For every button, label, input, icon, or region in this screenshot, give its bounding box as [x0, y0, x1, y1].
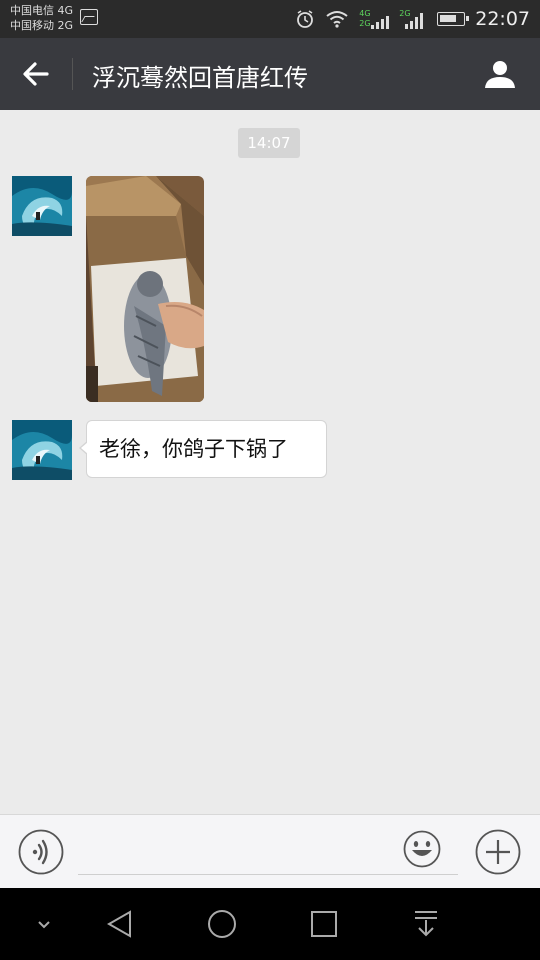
chevron-down-icon — [38, 921, 50, 929]
chat-title: 浮沉蓦然回首唐红传 — [92, 64, 308, 92]
title-bar: 浮沉蓦然回首唐红传 — [0, 38, 540, 110]
nav-recents-button[interactable] — [306, 906, 342, 942]
back-button[interactable] — [18, 56, 54, 92]
status-bar: 中国电信 4G 中国移动 2G 4G 2G 2G 22:07 — [0, 0, 540, 38]
triangle-back-icon — [106, 910, 131, 938]
surf-wave-avatar-icon — [12, 420, 72, 480]
nav-collapse-button[interactable] — [26, 906, 62, 942]
battery-icon — [437, 12, 470, 26]
avatar[interactable] — [12, 176, 72, 236]
nav-home-button[interactable] — [204, 906, 240, 942]
clock: 22:07 — [475, 8, 530, 30]
message-text: 老徐，你鸽子下锅了 — [99, 437, 288, 461]
carrier-info: 中国电信 4G 中国移动 2G — [10, 3, 73, 33]
alarm-icon — [297, 10, 314, 28]
emoji-button[interactable] — [403, 830, 441, 868]
avatar[interactable] — [12, 420, 72, 480]
pigeon-in-box-photo-icon — [86, 176, 204, 402]
title-divider — [72, 58, 73, 90]
contact-info-button[interactable] — [482, 56, 518, 92]
pull-down-icon — [415, 911, 437, 937]
voice-icon — [18, 829, 64, 875]
nav-back-button[interactable] — [102, 906, 138, 942]
input-bar — [0, 814, 540, 888]
chat-area[interactable]: 14:07 老徐，你鸽子下锅了 — [0, 110, 540, 814]
signal-2g-icon: 2G — [399, 7, 427, 31]
image-notification-icon — [80, 9, 98, 25]
message-timestamp: 14:07 — [238, 128, 300, 158]
carrier-2: 中国移动 2G — [10, 19, 74, 32]
wifi-icon — [326, 11, 348, 28]
text-message-bubble[interactable]: 老徐，你鸽子下锅了 — [79, 420, 327, 478]
square-recents-icon — [311, 911, 337, 937]
back-arrow-icon — [23, 62, 49, 86]
more-options-button[interactable] — [475, 829, 521, 875]
signal-4g-icon: 4G 2G — [359, 7, 390, 31]
smiley-icon — [403, 830, 441, 868]
nav-notifications-button[interactable] — [408, 906, 444, 942]
status-icons: 4G 2G 2G 22:07 — [295, 0, 530, 38]
carrier-1: 中国电信 4G — [10, 4, 74, 17]
surf-wave-avatar-icon — [12, 176, 72, 236]
person-icon — [485, 61, 515, 88]
voice-input-button[interactable] — [18, 829, 64, 875]
photo-message[interactable] — [86, 176, 204, 402]
circle-home-icon — [208, 910, 236, 938]
plus-icon — [475, 829, 521, 875]
message-input[interactable] — [78, 829, 458, 875]
system-nav-bar — [0, 888, 540, 960]
